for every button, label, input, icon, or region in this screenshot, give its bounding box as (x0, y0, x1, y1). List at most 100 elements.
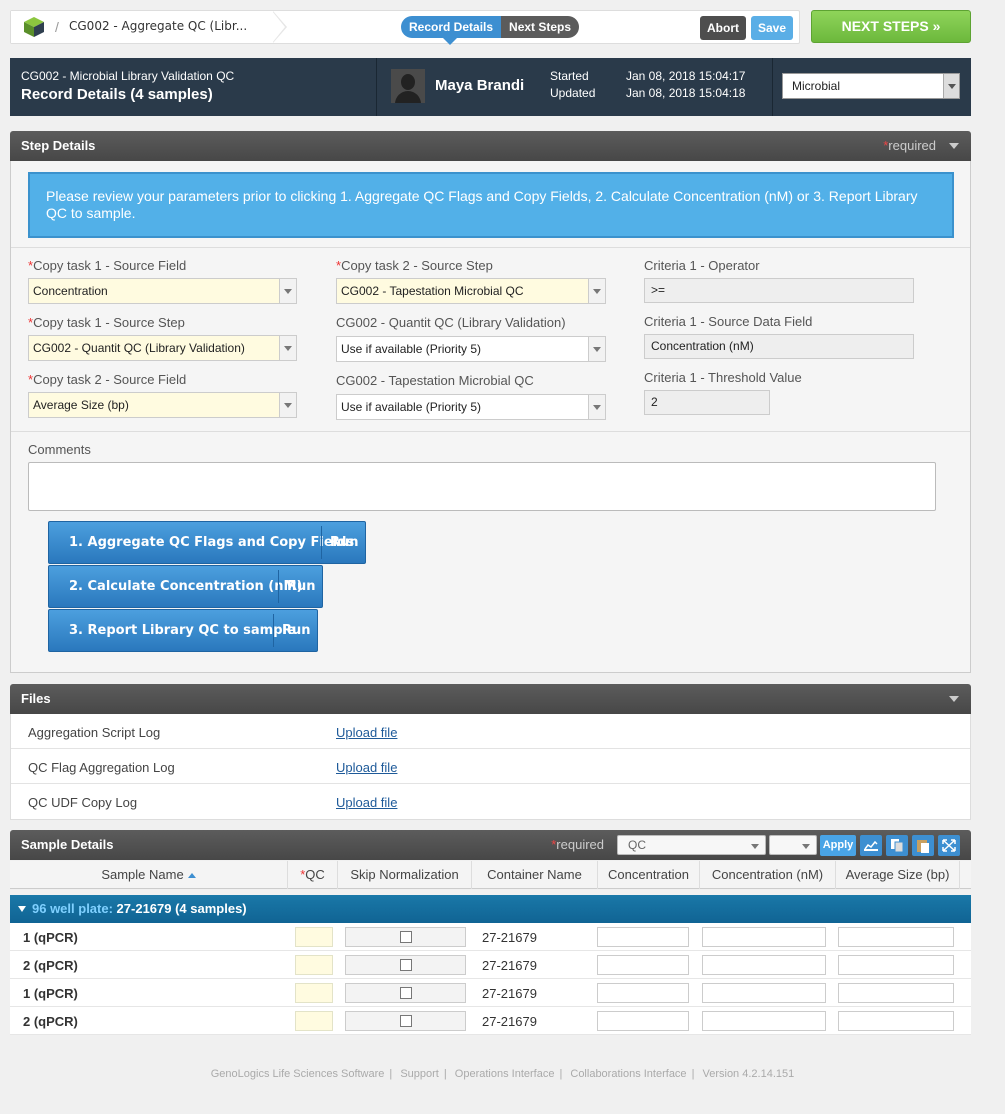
tab-next-steps[interactable]: Next Steps (501, 16, 580, 38)
divider (11, 431, 970, 432)
expand-group-icon[interactable] (18, 906, 26, 912)
record-header: CG002 - Microbial Library Validation QC … (10, 58, 971, 116)
criteria-threshold-label: Criteria 1 - Threshold Value (644, 370, 802, 385)
skip-normalization-checkbox[interactable] (400, 931, 412, 943)
expand-icon[interactable] (938, 835, 960, 856)
upload-file-link[interactable]: Upload file (336, 760, 397, 775)
concentration-input[interactable] (597, 983, 689, 1003)
chevron-down-icon (279, 336, 296, 360)
copy2-field-select[interactable]: Average Size (bp) (28, 392, 297, 418)
skip-normalization-cell (345, 1011, 466, 1031)
collapse-icon[interactable] (949, 696, 959, 702)
criteria-source-label: Criteria 1 - Source Data Field (644, 314, 813, 329)
concentration-nm-input[interactable] (702, 927, 826, 947)
tape-priority-select[interactable]: Use if available (Priority 5) (336, 394, 606, 420)
chevron-down-icon (588, 395, 605, 419)
footer-link-company[interactable]: GenoLogics Life Sciences Software (211, 1068, 385, 1080)
footer-link-operations[interactable]: Operations Interface (455, 1068, 555, 1080)
chevron-down-icon (588, 279, 605, 303)
copy1-step-label: *Copy task 1 - Source Step (28, 315, 185, 330)
apply-button[interactable]: Apply (820, 835, 856, 856)
report-library-qc-button[interactable]: 3. Report Library QC to sample Run (48, 609, 318, 652)
header-divider (376, 58, 377, 116)
concentration-nm-input[interactable] (702, 1011, 826, 1031)
tab-record-details[interactable]: Record Details (401, 16, 502, 45)
footer-link-collaborations[interactable]: Collaborations Interface (570, 1068, 686, 1080)
workflow-select[interactable]: Microbial (782, 73, 960, 99)
required-legend: *required (551, 837, 604, 852)
value-select[interactable] (769, 835, 817, 855)
comments-textarea[interactable] (28, 462, 936, 511)
started-value: Jan 08, 2018 15:04:17 (626, 69, 746, 83)
app-logo-icon[interactable] (23, 16, 45, 38)
paste-icon[interactable] (912, 835, 934, 856)
column-container-name[interactable]: Container Name (472, 861, 598, 889)
concentration-input[interactable] (597, 955, 689, 975)
breadcrumb-step[interactable]: CG002 - Aggregate QC (Libr... (69, 19, 247, 33)
footer: GenoLogics Life Sciences Software | Suppo… (210, 1068, 795, 1080)
updated-label: Updated (550, 86, 596, 100)
quantit-priority-select[interactable]: Use if available (Priority 5) (336, 336, 606, 362)
field-select[interactable]: QC (617, 835, 766, 855)
qc-input[interactable] (295, 1011, 333, 1031)
breadcrumb-separator: / (55, 19, 59, 35)
table-row: 1 (qPCR) 27-21679 (10, 979, 971, 1007)
skip-normalization-cell (345, 927, 466, 947)
files-header[interactable]: Files (10, 684, 971, 714)
qc-input[interactable] (295, 927, 333, 947)
skip-normalization-checkbox[interactable] (400, 1015, 412, 1027)
collapse-icon[interactable] (949, 143, 959, 149)
qc-input[interactable] (295, 983, 333, 1003)
criteria-source-field: Concentration (nM) (644, 334, 914, 359)
qc-input[interactable] (295, 955, 333, 975)
user-name: Maya Brandi (435, 77, 525, 94)
abort-button[interactable]: Abort (700, 16, 746, 40)
footer-link-support[interactable]: Support (400, 1068, 439, 1080)
skip-normalization-checkbox[interactable] (400, 987, 412, 999)
concentration-nm-input[interactable] (702, 955, 826, 975)
copy-icon[interactable] (886, 835, 908, 856)
step-details-header[interactable]: Step Details *required (10, 131, 971, 161)
column-qc[interactable]: *QC (288, 861, 338, 889)
copy1-field-label: *Copy task 1 - Source Field (28, 258, 187, 273)
copy2-step-select[interactable]: CG002 - Tapestation Microbial QC (336, 278, 606, 304)
average-size-input[interactable] (838, 927, 954, 947)
file-row: QC UDF Copy Log Upload file (11, 784, 970, 819)
criteria-threshold-field: 2 (644, 390, 770, 415)
container-group-row[interactable]: 96 well plate: 27-21679 (4 samples) (10, 895, 971, 923)
column-concentration[interactable]: Concentration (598, 861, 700, 889)
run-calculate-button[interactable]: Run (287, 579, 316, 594)
aggregate-qc-button[interactable]: 1. Aggregate QC Flags and Copy Fields Ru… (48, 521, 366, 564)
column-concentration-nm[interactable]: Concentration (nM) (700, 861, 836, 889)
chevron-down-icon (279, 279, 296, 303)
run-aggregate-button[interactable]: Run (330, 535, 359, 550)
upload-file-link[interactable]: Upload file (336, 795, 397, 810)
file-name: QC Flag Aggregation Log (28, 760, 175, 775)
footer-version: Version 4.2.14.151 (702, 1068, 795, 1080)
calculate-concentration-button[interactable]: 2. Calculate Concentration (nM) Run (48, 565, 323, 608)
column-sample-name[interactable]: Sample Name (10, 861, 288, 889)
column-skip-normalization[interactable]: Skip Normalization (338, 861, 472, 889)
concentration-input[interactable] (597, 927, 689, 947)
concentration-input[interactable] (597, 1011, 689, 1031)
next-steps-button[interactable]: NEXT STEPS » (811, 10, 971, 43)
step-tabs: Record Details Next Steps (401, 16, 580, 45)
concentration-nm-input[interactable] (702, 983, 826, 1003)
run-report-button[interactable]: Run (282, 623, 311, 638)
copy1-step-select[interactable]: CG002 - Quantit QC (Library Validation) (28, 335, 297, 361)
chevron-down-icon (943, 74, 959, 98)
save-button[interactable]: Save (751, 16, 793, 40)
sort-ascending-icon (187, 873, 196, 879)
average-size-input[interactable] (838, 955, 954, 975)
average-size-input[interactable] (838, 983, 954, 1003)
criteria-operator-label: Criteria 1 - Operator (644, 258, 760, 273)
copy1-field-select[interactable]: Concentration (28, 278, 297, 304)
tape-priority-label: CG002 - Tapestation Microbial QC (336, 373, 534, 388)
column-average-size[interactable]: Average Size (bp) (836, 861, 960, 889)
page-title: Record Details (4 samples) (21, 86, 213, 103)
skip-normalization-checkbox[interactable] (400, 959, 412, 971)
average-size-input[interactable] (838, 1011, 954, 1031)
file-row: Aggregation Script Log Upload file (11, 714, 970, 749)
upload-file-link[interactable]: Upload file (336, 725, 397, 740)
chart-icon[interactable] (860, 835, 882, 856)
